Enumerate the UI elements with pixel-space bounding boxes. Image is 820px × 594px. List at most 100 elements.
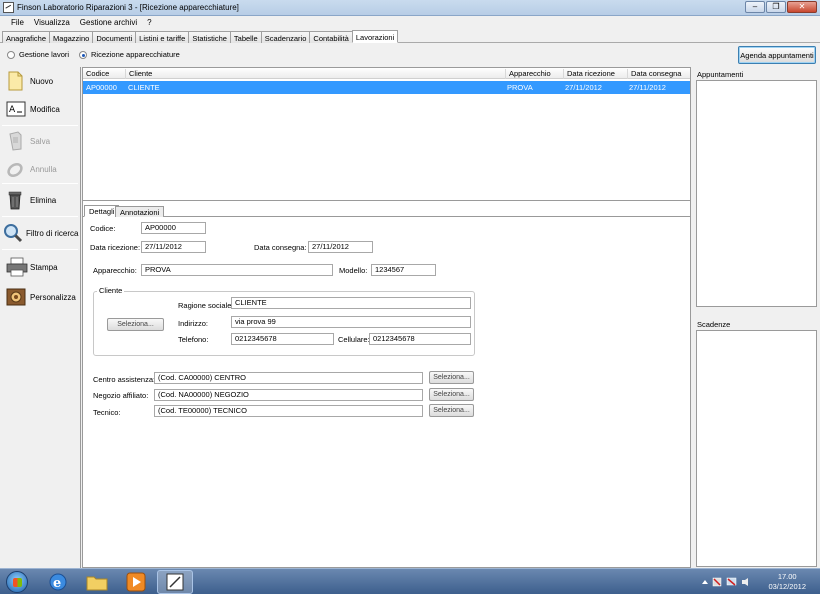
sidebar-label: Nuovo [30,76,54,86]
column-header[interactable]: Apparecchio [506,69,564,79]
finson-app-taskbar-item[interactable] [157,570,193,594]
detail-panel: Dettagli Annotazioni Codice: AP00000 Dat… [82,201,691,568]
tab-scadenzario[interactable]: Scadenzario [260,31,311,43]
ragione-sociale-field[interactable]: CLIENTE [231,297,471,309]
table-row[interactable]: AP00000 CLIENTE PROVA 27/11/2012 27/11/2… [83,81,690,94]
telefono-field[interactable]: 0212345678 [231,333,334,345]
ie-icon[interactable]: e [40,570,76,594]
menu-help[interactable]: ? [142,16,156,29]
app-icon [3,2,14,13]
sidebar-label: Filtro di ricerca [26,228,79,238]
cliente-group-title: Cliente [97,286,125,295]
save-icon [9,131,22,151]
radio-ricezione[interactable]: Ricezione apparecchiature [79,50,180,59]
tecnico-field[interactable]: (Cod. TE00000) TECNICO [154,405,423,417]
trash-icon [8,191,22,210]
browser-e-icon: e [49,573,67,591]
printer-icon [6,257,28,277]
scadenze-panel[interactable] [696,330,817,567]
modello-field[interactable]: 1234567 [371,264,436,276]
indirizzo-label: Indirizzo: [178,319,209,328]
window-title: Finson Laboratorio Riparazioni 3 - [Rice… [17,3,239,12]
tab-anagrafiche[interactable]: Anagrafiche [2,31,51,43]
tab-statistiche[interactable]: Statistiche [188,31,231,43]
separator [2,125,78,126]
seleziona-centro-button[interactable]: Seleziona... [429,371,474,384]
app-window-icon [166,573,184,591]
personalizza-button[interactable]: Personalizza [0,283,80,311]
cell-data-consegna: 27/11/2012 [629,83,666,92]
codice-label: Codice: [90,224,116,233]
radio-label: Gestione lavori [19,50,70,59]
edit-text-icon: A [6,101,26,117]
separator [2,249,78,250]
undo-icon [7,163,23,177]
scadenze-title: Scadenze [697,320,731,329]
agenda-appuntamenti-button[interactable]: Agenda appuntamenti [738,46,816,64]
main-tabs: Anagrafiche Magazzino Documenti Listini … [0,30,820,43]
seleziona-tecnico-button[interactable]: Seleziona... [429,404,474,417]
column-header[interactable]: Data consegna [628,69,691,79]
radio-gestione-lavori[interactable]: Gestione lavori [7,50,69,59]
data-ricezione-field[interactable]: 27/11/2012 [141,241,206,253]
telefono-label: Telefono: [178,335,209,344]
stampa-button[interactable]: Stampa [0,253,80,281]
media-player-icon[interactable] [118,570,154,594]
centro-assistenza-label: Centro assistenza: [93,375,156,384]
salva-button[interactable]: Salva [0,127,80,155]
radio-dot[interactable] [7,50,15,59]
separator [2,183,78,184]
tecnico-label: Tecnico: [93,408,121,417]
elimina-button[interactable]: Elimina [0,186,80,214]
tray-icons[interactable] [700,577,760,587]
tab-listini[interactable]: Listini e tariffe [135,31,190,43]
settings-picture-icon [6,288,26,306]
close-button[interactable]: ✕ [787,1,817,13]
nuovo-button[interactable]: Nuovo [0,67,80,95]
clock[interactable]: 17.00 03/12/2012 [768,572,806,592]
indirizzo-field[interactable]: via prova 99 [231,316,471,328]
svg-text:A: A [9,105,16,115]
seleziona-negozio-button[interactable]: Seleziona... [429,388,474,401]
sidebar-label: Modifica [30,104,60,114]
data-consegna-field[interactable]: 27/11/2012 [308,241,373,253]
annulla-button[interactable]: Annulla [0,155,80,183]
tab-contabilita[interactable]: Contabilità [309,31,353,43]
menu-gestione-archivi[interactable]: Gestione archivi [75,16,142,29]
apparecchio-field[interactable]: PROVA [141,264,333,276]
minimize-button[interactable]: – [745,1,765,13]
sidebar-label: Annulla [30,164,57,174]
menu-visualizza[interactable]: Visualizza [29,16,75,29]
appuntamenti-panel[interactable] [696,80,817,307]
explorer-icon[interactable] [79,570,115,594]
filtro-ricerca-button[interactable]: Filtro di ricerca [0,219,80,247]
seleziona-cliente-button[interactable]: Seleziona... [107,318,164,331]
modifica-button[interactable]: A Modifica [0,95,80,123]
start-button[interactable] [6,571,28,593]
folder-icon [86,576,108,591]
tab-documenti[interactable]: Documenti [92,31,137,43]
tab-tabelle[interactable]: Tabelle [229,31,262,43]
cell-apparecchio: PROVA [507,83,533,92]
left-toolbar: Nuovo A Modifica Salva Annulla Elimina F… [0,67,81,568]
column-header[interactable]: Data ricezione [564,69,628,79]
tab-magazzino[interactable]: Magazzino [49,31,94,43]
negozio-affiliato-field[interactable]: (Cod. NA00000) NEGOZIO [154,389,423,401]
data-consegna-label: Data consegna: [254,243,307,252]
new-document-icon [8,71,23,91]
play-icon [126,572,146,592]
cellulare-field[interactable]: 0212345678 [369,333,471,345]
menu-file[interactable]: File [6,16,29,29]
restore-button[interactable]: ❐ [766,1,786,13]
centro-assistenza-field[interactable]: (Cod. CA00000) CENTRO [154,372,423,384]
clock-time: 17.00 [777,572,797,581]
tab-lavorazioni[interactable]: Lavorazioni [351,30,399,43]
column-header[interactable]: Cliente [126,69,506,79]
tab-annotazioni[interactable]: Annotazioni [115,206,165,217]
column-header[interactable]: Codice [83,69,126,79]
data-ricezione-label: Data ricezione: [90,243,141,252]
radio-dot-selected[interactable] [79,50,87,59]
codice-field[interactable]: AP00000 [141,222,206,234]
sidebar-label: Personalizza [30,292,76,302]
mode-bar: Gestione lavori Ricezione apparecchiatur… [0,44,820,66]
